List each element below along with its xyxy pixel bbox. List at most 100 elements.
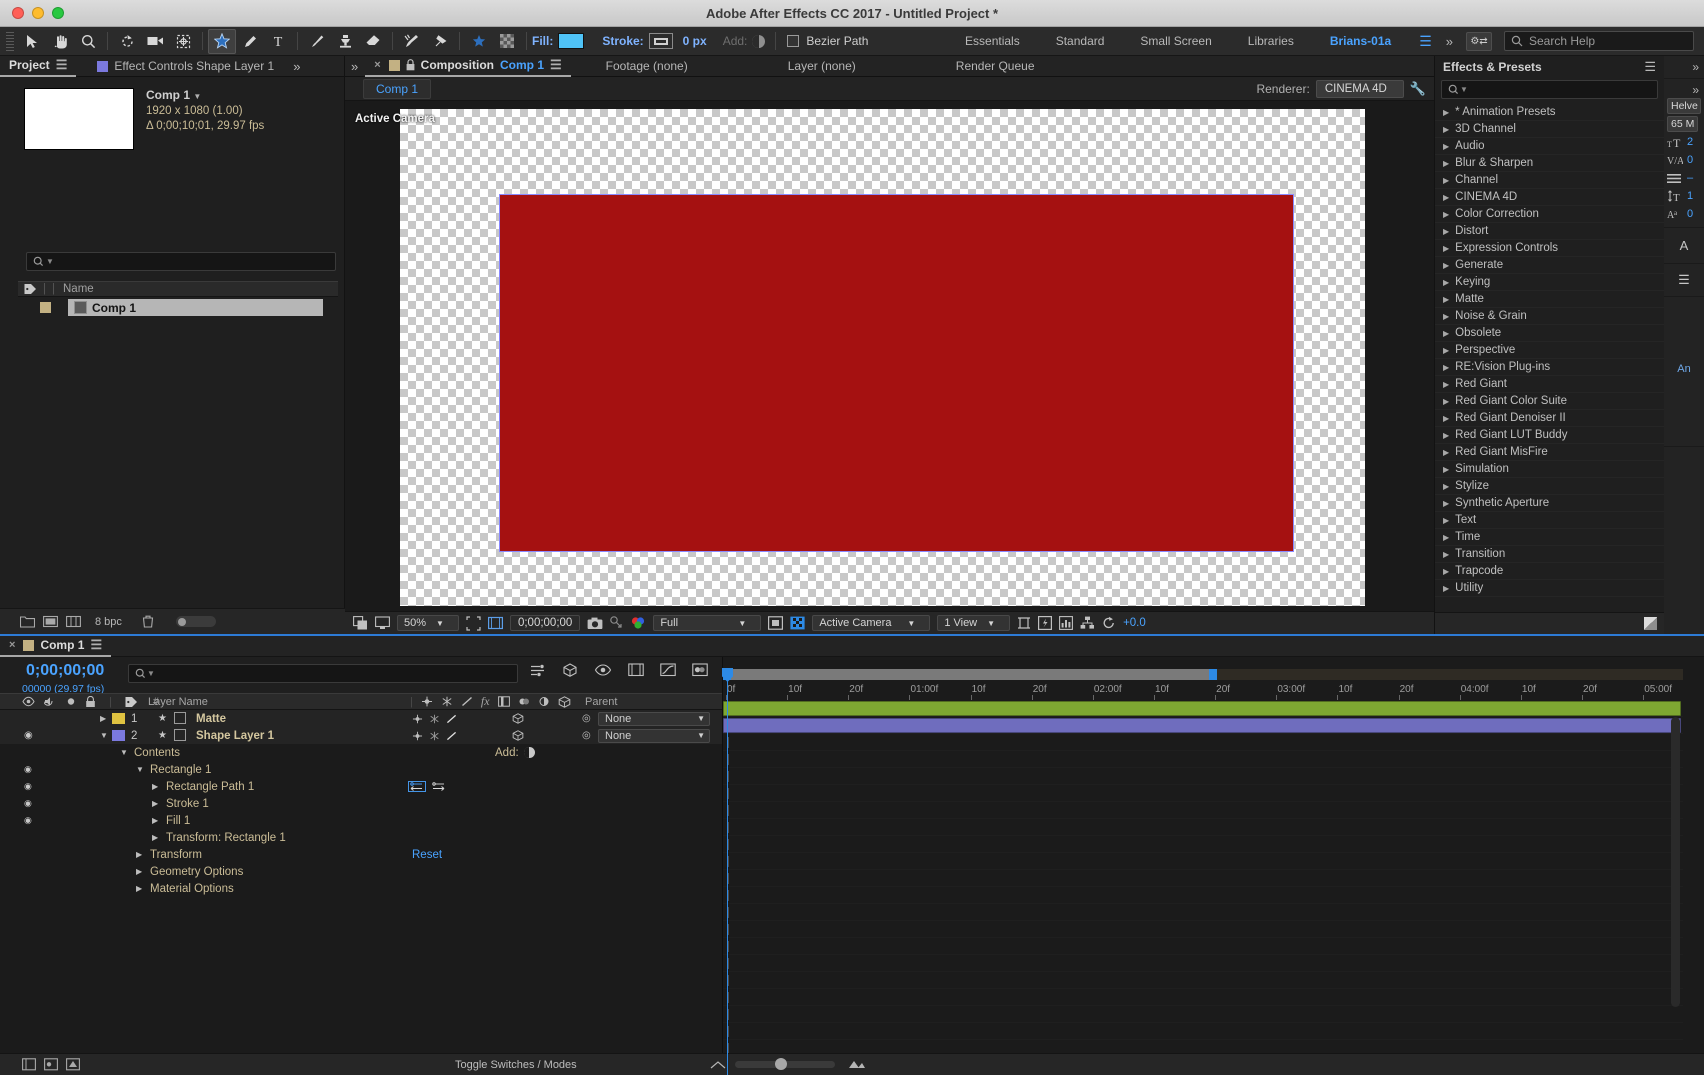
zoom-out-timeline-icon[interactable] (710, 1060, 726, 1070)
workspace-essentials[interactable]: Essentials (947, 34, 1038, 48)
font-size-field[interactable]: 65 M (1667, 116, 1699, 132)
chevron-right-icon[interactable]: ▶ (1443, 465, 1449, 474)
character-panel-overflow-icon[interactable]: » (1667, 60, 1701, 74)
effects-category-item[interactable]: ▶ Utility (1435, 580, 1665, 597)
exposure-reset-icon[interactable] (1102, 616, 1116, 630)
layer-quality-star-icon[interactable]: ★ (158, 730, 167, 741)
property-expand-toggle[interactable]: ▶ (152, 833, 158, 842)
view-layout-select[interactable]: 1 View ▼ (937, 615, 1011, 631)
chevron-right-icon[interactable]: ▶ (1443, 380, 1449, 389)
3d-layer-switch-icon[interactable] (512, 730, 524, 741)
character-overflow-icon[interactable]: » (1667, 83, 1701, 97)
add-menu-icon[interactable] (752, 34, 766, 48)
chevron-right-icon[interactable]: ▶ (1443, 567, 1449, 576)
property-name[interactable]: Contents (134, 747, 180, 759)
timeline-track-row[interactable] (723, 1006, 1683, 1023)
camera-view-select[interactable]: Active Camera ▼ (812, 615, 931, 631)
timeline-track-row[interactable] (723, 989, 1683, 1006)
timeline-ruler[interactable]: 0f 10f 20f 01:00f 10f 20f 02:00f 10f 20f 03:00f 10… (723, 680, 1683, 700)
chevron-right-icon[interactable]: ▶ (1443, 482, 1449, 491)
effects-category-item[interactable]: ▶ Text (1435, 512, 1665, 529)
composition-mini-flowchart-icon[interactable] (530, 664, 546, 677)
enable-frame-blending-icon[interactable] (628, 663, 644, 677)
delete-icon[interactable] (142, 615, 154, 628)
chevron-right-icon[interactable]: ▶ (1443, 329, 1449, 338)
current-time-display[interactable]: 0;00;00;00 (26, 662, 104, 680)
chevron-right-icon[interactable]: ▶ (1443, 431, 1449, 440)
quality-switch-icon[interactable] (446, 731, 457, 741)
effects-category-item[interactable]: ▶ Keying (1435, 274, 1665, 291)
renderer-settings-icon[interactable]: 🔧 (1410, 81, 1426, 97)
show-snapshot-icon[interactable] (610, 616, 623, 630)
layer-3d-switch[interactable] (512, 713, 524, 724)
effects-category-item[interactable]: ▶ Red Giant MisFire (1435, 444, 1665, 461)
layer-parent-select[interactable]: None ▼ (598, 728, 710, 743)
column-parent[interactable]: Parent (585, 696, 617, 708)
comp-flowchart-icon[interactable] (1080, 616, 1095, 630)
tab-project[interactable]: Project ☰ (0, 56, 77, 77)
property-expand-toggle[interactable]: ▶ (136, 884, 142, 893)
effects-category-item[interactable]: ▶ Red Giant (1435, 376, 1665, 393)
effects-category-item[interactable]: ▶ Stylize (1435, 478, 1665, 495)
chevron-right-icon[interactable]: ▶ (1443, 278, 1449, 287)
effects-category-item[interactable]: ▶ Expression Controls (1435, 240, 1665, 257)
timeline-track-row[interactable] (723, 734, 1683, 751)
current-time-indicator[interactable] (722, 668, 733, 1075)
property-expand-toggle[interactable]: ▶ (152, 816, 158, 825)
chevron-right-icon[interactable]: ▶ (1443, 550, 1449, 559)
property-expand-toggle[interactable]: ▶ (136, 850, 142, 859)
minimize-icon[interactable] (32, 7, 44, 19)
close-icon[interactable] (12, 7, 24, 19)
rotation-tool[interactable] (113, 29, 141, 54)
project-search-input[interactable]: ▼ (26, 252, 336, 271)
shape-tool[interactable] (208, 28, 236, 54)
effects-category-item[interactable]: ▶ CINEMA 4D (1435, 189, 1665, 206)
puppet-pin-tool[interactable] (426, 29, 454, 54)
effects-category-item[interactable]: ▶ Red Giant Denoiser II (1435, 410, 1665, 427)
chevron-right-icon[interactable]: ▶ (1443, 176, 1449, 185)
property-expand-toggle[interactable]: ▶ (136, 867, 142, 876)
layer-expand-toggle[interactable]: ▼ (100, 731, 108, 740)
selection-tool[interactable] (18, 29, 46, 54)
quality-switch-icon[interactable] (446, 714, 457, 724)
property-expand-toggle[interactable]: ▼ (120, 748, 128, 757)
fill-color-swatch[interactable] (558, 33, 585, 49)
workspace-standard[interactable]: Standard (1038, 34, 1123, 48)
composition-overflow-icon[interactable]: » (351, 59, 358, 74)
region-of-interest-toggle-icon[interactable] (768, 616, 784, 630)
chevron-right-icon[interactable]: ▶ (1443, 261, 1449, 270)
anchor-point-tool[interactable] (169, 29, 197, 54)
viewer-zoom-select[interactable]: 50% ▼ (397, 615, 459, 631)
property-name[interactable]: Stroke 1 (166, 798, 209, 810)
property-expand-toggle[interactable]: ▶ (152, 782, 158, 791)
effects-category-item[interactable]: ▶ Red Giant LUT Buddy (1435, 427, 1665, 444)
property-visibility-toggle[interactable]: ◉ (24, 798, 32, 809)
exposure-value[interactable]: +0.0 (1123, 617, 1146, 629)
draft-3d-icon[interactable] (562, 663, 578, 677)
chevron-right-icon[interactable]: ▶ (1443, 414, 1449, 423)
chevron-down-icon[interactable]: ▼ (193, 92, 201, 101)
new-animation-preset-icon[interactable] (1644, 617, 1657, 630)
chevron-right-icon[interactable]: ▶ (1443, 108, 1449, 117)
clone-stamp-tool[interactable] (331, 29, 359, 54)
zoom-tool[interactable] (74, 29, 102, 54)
zoom-in-timeline-icon[interactable] (848, 1059, 866, 1070)
effects-category-item[interactable]: ▶ Obsolete (1435, 325, 1665, 342)
chevron-right-icon[interactable]: ▶ (1443, 533, 1449, 542)
resolution-select[interactable]: Full ▼ (653, 615, 762, 631)
workspace-small-screen[interactable]: Small Screen (1122, 34, 1229, 48)
work-area-end-handle[interactable] (1209, 669, 1217, 680)
effects-panel-menu-icon[interactable]: ☰ (1644, 59, 1656, 75)
bit-depth-label[interactable]: 8 bpc (95, 616, 122, 628)
tab-layer[interactable]: Layer (none) (779, 56, 865, 77)
transparency-grid-icon[interactable] (493, 29, 521, 54)
workspace-active[interactable]: Brians-01a (1312, 34, 1409, 48)
roto-brush-tool[interactable] (398, 29, 426, 54)
project-settings-icon[interactable] (66, 615, 81, 628)
effects-search-input[interactable]: ▼ (1441, 80, 1658, 99)
timeline-track-row[interactable] (723, 938, 1683, 955)
chevron-right-icon[interactable]: ▶ (1443, 448, 1449, 457)
effects-category-item[interactable]: ▶ Synthetic Aperture (1435, 495, 1665, 512)
region-of-interest-icon[interactable] (466, 615, 481, 631)
kerning-value[interactable]: 0 (1687, 154, 1693, 166)
